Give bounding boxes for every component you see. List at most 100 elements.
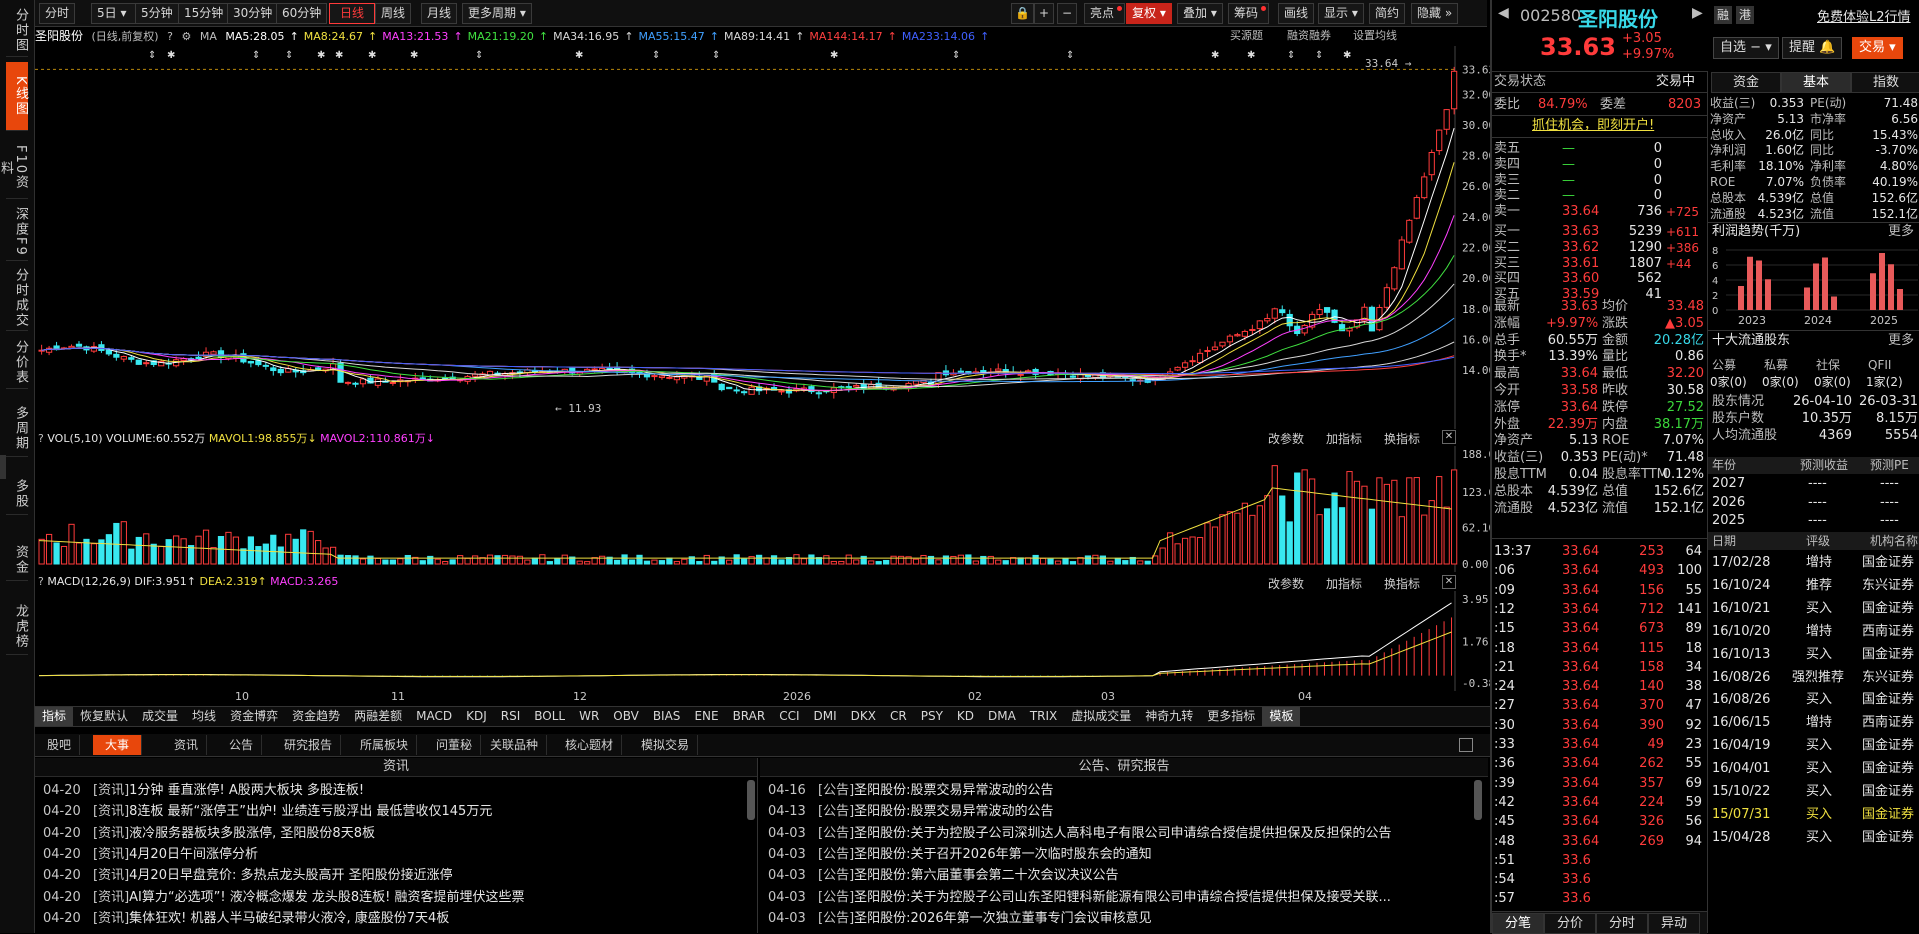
indicator-tab-0[interactable]: 指标 — [35, 707, 74, 726]
tab-timeshare[interactable]: 分时图 — [6, 4, 28, 57]
overlay-button[interactable]: 叠加 ▾ — [1177, 3, 1223, 24]
period-weekly-button[interactable]: 周线 — [375, 3, 412, 24]
info-tab-sim-trading[interactable]: 模拟交易 — [633, 735, 699, 755]
period-5min-button[interactable]: 5分钟 — [135, 3, 179, 24]
volume-chart[interactable]: 188.00 123.00 62.10 0.00 — [35, 446, 1490, 572]
close-icon[interactable]: ✕ — [1442, 575, 1456, 589]
info-tab-forum[interactable]: 股吧 — [39, 735, 81, 755]
help-icon[interactable]: ? — [167, 30, 173, 43]
period-30min-button[interactable]: 30分钟 — [227, 3, 279, 24]
rating-row[interactable]: 15/04/28 买入 国金证券 — [1708, 827, 1919, 850]
info-tab-related[interactable]: 关联品种 — [482, 735, 548, 755]
tab-multi-period[interactable]: 多周期 — [6, 400, 28, 457]
tool-set-ma-link[interactable]: 设置均线 — [1353, 27, 1397, 43]
tab-basics[interactable]: 基本 — [1781, 72, 1851, 93]
rating-row[interactable]: 17/02/28 增持 国金证券 — [1708, 552, 1919, 575]
announcement-row[interactable]: 04-16 [公告]圣阳股份:股票交易异常波动的公告 — [760, 780, 1472, 801]
period-15min-button[interactable]: 15分钟 — [178, 3, 230, 24]
announcement-row[interactable]: 04-03 [公告]圣阳股份:关于为控股子公司山东圣阳锂科新能源有限公司申请综合授… — [760, 887, 1472, 908]
next-stock-icon[interactable]: ▶ — [1692, 5, 1703, 21]
kline-chart[interactable]: 33.63 32.00 30.00 28.00 26.00 24.00 22.00 20.00… — [35, 46, 1490, 429]
vol-edit-params-button[interactable]: 改参数 — [1268, 430, 1304, 447]
rating-row[interactable]: 16/08/26 买入 国金证券 — [1708, 689, 1919, 712]
tab-dragon-tiger[interactable]: 龙虎榜 — [6, 598, 28, 655]
collapse-handle[interactable] — [0, 455, 6, 479]
macd-edit-params-button[interactable]: 改参数 — [1268, 575, 1304, 592]
info-tab-core-themes[interactable]: 核心题材 — [557, 735, 623, 755]
close-icon[interactable]: ✕ — [1442, 430, 1456, 444]
rating-row[interactable]: 16/04/01 买入 国金证券 — [1708, 758, 1919, 781]
indicator-tab-15[interactable]: BRAR — [726, 707, 773, 726]
announcement-scrollbar[interactable] — [1474, 780, 1482, 820]
indicator-tab-2[interactable]: 成交量 — [135, 707, 185, 726]
indicator-tab-1[interactable]: 恢复默认 — [73, 707, 135, 726]
announcement-row[interactable]: 04-03 [公告]圣阳股份:2026年第一次独立董事专门会议审核意见 — [760, 908, 1472, 929]
maximize-icon[interactable] — [1459, 738, 1473, 752]
zoom-out-icon[interactable]: − — [1057, 3, 1078, 24]
indicator-tab-5[interactable]: 资金趋势 — [285, 707, 347, 726]
tab-price-volume[interactable]: 分价表 — [6, 336, 28, 389]
indicator-tab-12[interactable]: OBV — [606, 707, 646, 726]
indicator-tab-27[interactable]: 模板 — [1262, 707, 1301, 726]
indicator-tab-10[interactable]: BOLL — [527, 707, 572, 726]
indicator-tab-6[interactable]: 两融差额 — [347, 707, 409, 726]
rating-row[interactable]: 16/10/24 推荐 东兴证券 — [1708, 575, 1919, 598]
tab-capital-flow[interactable]: 资金 — [1711, 72, 1781, 93]
rating-row[interactable]: 16/04/19 买入 国金证券 — [1708, 735, 1919, 758]
news-row[interactable]: 04-20 [资讯]集体狂欢! 机器人半马破纪录带火液冷, 康盛股份7天4板 — [35, 908, 745, 929]
chips-button[interactable]: 筹码 — [1228, 3, 1270, 24]
period-60min-button[interactable]: 60分钟 — [276, 3, 328, 24]
indicator-tab-21[interactable]: KD — [950, 707, 981, 726]
profit-more-link[interactable]: 更多 — [1888, 224, 1914, 240]
holders-more-link[interactable]: 更多 — [1888, 333, 1914, 349]
rating-row[interactable]: 15/07/31 买入 国金证券 — [1708, 804, 1919, 827]
indicator-tab-18[interactable]: DKX — [844, 707, 883, 726]
draw-line-button[interactable]: 画线 — [1278, 3, 1315, 24]
alert-button[interactable]: 提醒 🔔 — [1782, 37, 1843, 59]
info-tab-ask-secretary[interactable]: 问董秘 — [428, 735, 482, 755]
news-row[interactable]: 04-20 [资讯]8连板 最新“涨停王”出炉! 业绩连亏股浮出 最低营收仅145… — [35, 801, 745, 822]
info-tab-news[interactable]: 资讯 — [166, 735, 208, 755]
watchlist-button[interactable]: 自选 − ▾ — [1713, 37, 1779, 59]
indicator-tab-9[interactable]: RSI — [494, 707, 528, 726]
news-row[interactable]: 04-20 [资讯]1分钟 垂直涨停! A股两大板块 多股连板! — [35, 780, 745, 801]
macd-chart[interactable]: 3.95 1.76 -0.38 — [35, 591, 1490, 691]
news-row[interactable]: 04-20 [资讯]AI算力“必选项”! 液冷概念爆发 龙头股8连板! 融资客提前… — [35, 887, 745, 908]
indicator-tab-22[interactable]: DMA — [981, 707, 1023, 726]
indicator-tab-4[interactable]: 资金博弈 — [223, 707, 285, 726]
trade-button[interactable]: 交易 ▾ — [1852, 37, 1903, 59]
indicator-tab-23[interactable]: TRIX — [1023, 707, 1064, 726]
tab-tick-trades[interactable]: 分时成交 — [6, 266, 28, 331]
tab-price-dist[interactable]: 分价 — [1544, 913, 1596, 934]
tab-abnormal[interactable]: 异动 — [1648, 913, 1700, 934]
period-daily-button[interactable]: 日线 — [329, 3, 375, 24]
tab-minute[interactable]: 分时 — [1596, 913, 1648, 934]
rating-row[interactable]: 16/10/21 买入 国金证券 — [1708, 598, 1919, 621]
tab-kline[interactable]: K线图 — [6, 62, 28, 131]
announcement-row[interactable]: 04-03 [公告]圣阳股份:第六届董事会第二十次会议决议公告 — [760, 865, 1472, 886]
indicator-tab-17[interactable]: DMI — [807, 707, 844, 726]
indicator-tab-19[interactable]: CR — [883, 707, 914, 726]
rating-row[interactable]: 16/06/15 增持 西南证券 — [1708, 712, 1919, 735]
macd-switch-indicator-button[interactable]: 换指标 — [1384, 575, 1420, 592]
open-account-link[interactable]: 抓住机会，即刻开户! — [1532, 118, 1654, 134]
macd-add-indicator-button[interactable]: 加指标 — [1326, 575, 1362, 592]
gear-icon[interactable]: ⚙ — [181, 30, 191, 43]
indicator-tab-8[interactable]: KDJ — [459, 707, 494, 726]
tab-index[interactable]: 指数 — [1851, 72, 1919, 93]
announcement-row[interactable]: 04-13 [公告]圣阳股份:股票交易异常波动的公告 — [760, 801, 1472, 822]
simple-button[interactable]: 简约 — [1369, 3, 1406, 24]
period-timeshare-button[interactable]: 分时 — [39, 3, 76, 24]
highlights-button[interactable]: 亮点 — [1084, 3, 1126, 24]
indicator-tab-26[interactable]: 更多指标 — [1200, 707, 1262, 726]
news-row[interactable]: 04-20 [资讯]4月20日午间涨停分析 — [35, 844, 745, 865]
info-tab-events[interactable]: 大事 — [93, 735, 142, 755]
prev-stock-icon[interactable]: ◀ — [1498, 5, 1509, 21]
news-row[interactable]: 04-20 [资讯]4月20日早盘竞价: 多热点龙头股高开 圣阳股份接近涨停 — [35, 865, 745, 886]
help-icon[interactable]: ? — [38, 432, 44, 445]
rating-row[interactable]: 16/10/13 买入 国金证券 — [1708, 644, 1919, 667]
free-l2-link[interactable]: 免费体验L2行情 — [1817, 6, 1911, 25]
tab-capital[interactable]: 资金 — [6, 540, 28, 581]
announcement-row[interactable]: 04-03 [公告]圣阳股份:关于为控股子公司深圳达人高科电子有限公司申请综合授信… — [760, 823, 1472, 844]
indicator-tab-25[interactable]: 神奇九转 — [1138, 707, 1200, 726]
